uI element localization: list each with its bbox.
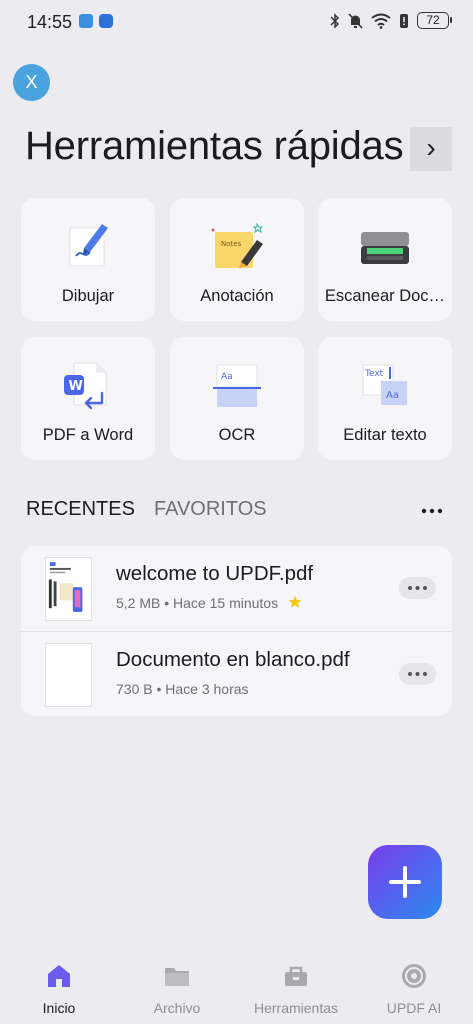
- nav-label: Archivo: [153, 1000, 201, 1016]
- tool-label: OCR: [218, 426, 256, 444]
- tool-label: Editar texto: [343, 426, 427, 444]
- vpn-notification-icon: [99, 14, 113, 28]
- close-button[interactable]: X: [13, 64, 50, 101]
- tool-card-anotacion[interactable]: Notes Anotación: [170, 198, 304, 321]
- status-bar: 14:55 72: [0, 0, 473, 44]
- file-name: Documento en blanco.pdf: [116, 648, 350, 671]
- file-meta: 5,2 MB • Hace 15 minutos: [116, 595, 302, 611]
- ai-sparkle-icon: [402, 964, 426, 988]
- tab-recientes[interactable]: RECENTES: [26, 498, 135, 521]
- plus-icon: [389, 866, 421, 898]
- list-item[interactable]: welcome to UPDF.pdf 5,2 MB • Hace 15 min…: [21, 546, 452, 632]
- pdf-thumbnail: [45, 557, 92, 621]
- word-document-icon: W: [64, 362, 107, 410]
- file-meta: 730 B • Hace 3 horas: [116, 681, 249, 697]
- nav-label: Herramientas: [253, 1000, 339, 1016]
- battery-indicator: 72: [417, 12, 452, 29]
- tool-card-pdf-a-word[interactable]: W PDF a Word: [21, 337, 155, 460]
- sticky-note-icon: Notes: [211, 222, 264, 268]
- more-options-icon[interactable]: [420, 506, 444, 516]
- tool-label: Anotación: [200, 287, 274, 305]
- nav-item-updf-ai[interactable]: UPDF AI: [355, 952, 473, 1024]
- tool-card-escanear[interactable]: Escanear Doc…: [318, 198, 452, 321]
- pdf-thumbnail-blank: [45, 643, 92, 707]
- nav-item-inicio[interactable]: Inicio: [0, 952, 118, 1024]
- nav-label: UPDF AI: [386, 1000, 442, 1016]
- battery-saver-icon: [400, 13, 408, 28]
- wifi-icon: [371, 13, 391, 29]
- nav-item-herramientas[interactable]: Herramientas: [237, 952, 355, 1024]
- bottom-navigation: Inicio Archivo Herramientas UPDF AI: [0, 952, 473, 1024]
- folder-icon: [165, 968, 189, 986]
- tool-label: Dibujar: [61, 287, 115, 305]
- recent-file-list: welcome to UPDF.pdf 5,2 MB • Hace 15 min…: [21, 546, 452, 716]
- star-icon: [288, 595, 302, 608]
- edit-sample-bottom: Aa: [386, 390, 399, 401]
- edit-sample-top: Text: [364, 369, 384, 379]
- scanner-icon: [361, 232, 409, 264]
- home-icon: [48, 965, 70, 987]
- file-name: welcome to UPDF.pdf: [116, 562, 314, 585]
- gallery-notification-icon: [79, 14, 93, 28]
- list-item[interactable]: Documento en blanco.pdf 730 B • Hace 3 h…: [21, 632, 452, 716]
- file-options-icon[interactable]: [399, 663, 436, 685]
- mute-bell-icon: [348, 12, 363, 29]
- chevron-right-icon[interactable]: ›: [410, 127, 452, 171]
- nav-item-archivo[interactable]: Archivo: [118, 952, 236, 1024]
- status-indicators: 72: [330, 12, 452, 29]
- bluetooth-icon: [330, 12, 340, 29]
- page-title: Herramientas rápidas: [25, 124, 404, 168]
- edit-text-icon: Text Aa: [362, 364, 407, 405]
- tool-card-editar-texto[interactable]: Text Aa Editar texto: [318, 337, 452, 460]
- tab-favoritos[interactable]: FAVORITOS: [154, 498, 267, 521]
- nav-label: Inicio: [42, 1000, 76, 1016]
- ocr-sample-text: Aa: [221, 372, 233, 382]
- tool-card-dibujar[interactable]: Dibujar: [21, 198, 155, 321]
- file-meta-text: 5,2 MB • Hace 15 minutos: [116, 595, 279, 611]
- tool-label: PDF a Word: [42, 426, 134, 444]
- note-text: Notes: [221, 240, 242, 248]
- file-options-icon[interactable]: [399, 577, 436, 599]
- tool-card-ocr[interactable]: Aa OCR: [170, 337, 304, 460]
- word-badge-text: W: [69, 379, 83, 394]
- ocr-icon: Aa: [213, 364, 261, 407]
- status-time: 14:55: [27, 12, 73, 32]
- pen-drawing-icon: [69, 224, 108, 267]
- add-file-button[interactable]: [368, 845, 442, 919]
- tool-label: Escanear Doc…: [324, 287, 446, 305]
- toolbox-icon: [285, 966, 307, 986]
